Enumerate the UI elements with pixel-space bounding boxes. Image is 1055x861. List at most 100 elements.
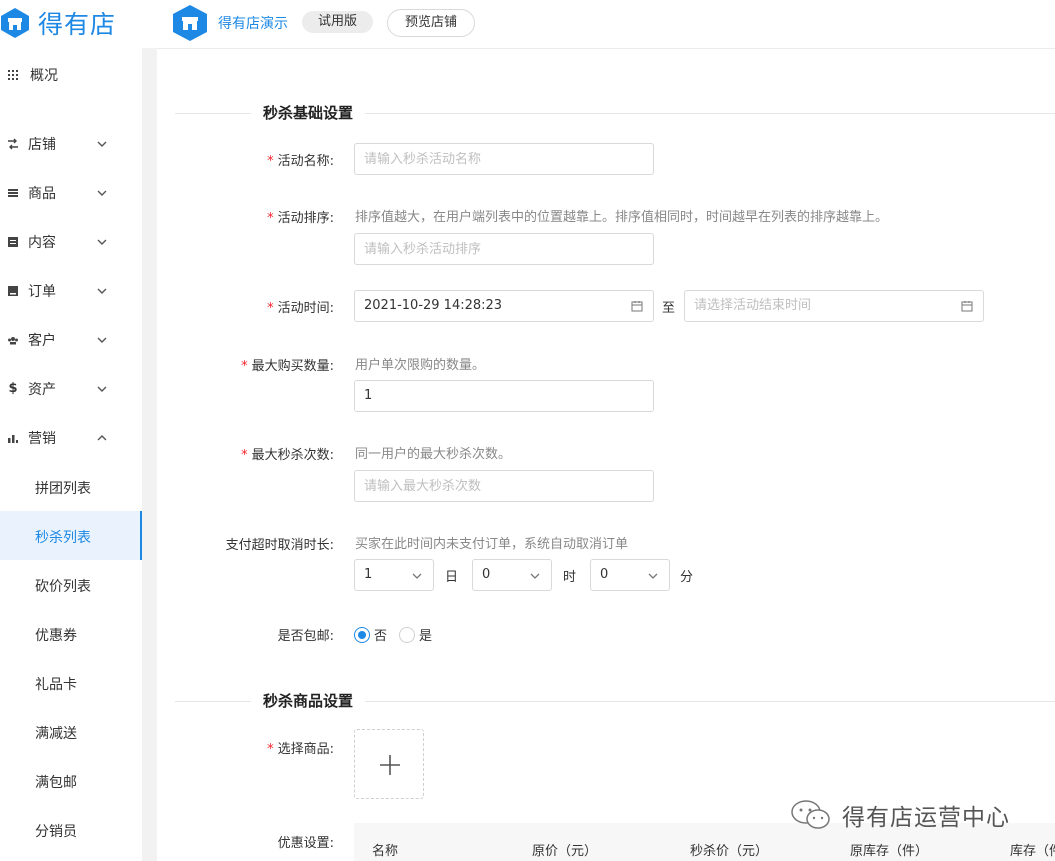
bar-chart-icon [8, 434, 18, 443]
plus-icon [380, 755, 400, 775]
preview-shop-button[interactable]: 预览店铺 [387, 9, 475, 37]
watermark-text: 得有店运营中心 [842, 805, 1010, 831]
sidebar-sub-label: 分销员 [35, 824, 77, 840]
order-icon [8, 285, 18, 296]
table-header-flash-price: 秒杀价（元） [690, 844, 769, 859]
sidebar-sub-label: 满减送 [35, 726, 77, 742]
dollar-icon: $ [8, 381, 18, 396]
sidebar-sub-gift-card[interactable]: 礼品卡 [0, 658, 142, 707]
timeout-minute-select[interactable]: 0 [590, 559, 670, 591]
activity-name-input[interactable] [354, 143, 654, 175]
activity-sort-label: * 活动排序: [267, 211, 334, 226]
sidebar-sub-bargain[interactable]: 砍价列表 [0, 560, 142, 609]
activity-sort-hint: 排序值越大，在用户端列表中的位置越靠上。排序值相同时，时间越早在列表的排序越靠上… [355, 210, 889, 225]
sidebar-sub-label: 秒杀列表 [35, 530, 91, 546]
sidebar-item-label: 资产 [28, 381, 56, 398]
sidebar-item-label: 客户 [28, 332, 56, 349]
sidebar-sub-label: 满包邮 [35, 775, 77, 791]
chevron-down-icon [648, 573, 658, 579]
chevron-down-icon [97, 386, 107, 392]
sidebar-item-overview[interactable]: 概况 [0, 50, 142, 99]
wechat-icon [791, 800, 830, 829]
sidebar-sub-coupon[interactable]: 优惠券 [0, 609, 142, 658]
chevron-up-icon [97, 434, 107, 440]
max-buy-hint: 用户单次限购的数量。 [355, 358, 486, 373]
table-header-original-price: 原价（元） [532, 844, 598, 859]
start-time-value: 2021-10-29 14:28:23 [364, 298, 503, 313]
sidebar: 概况 店铺 商品 内容 订单 客户 $ 资产 营销 拼团列表 秒杀列表 砍价列表… [0, 48, 142, 861]
sidebar-gutter [142, 48, 157, 861]
max-times-label: * 最大秒杀次数: [241, 448, 334, 463]
chevron-down-icon [530, 573, 540, 579]
radio-label: 否 [374, 629, 388, 644]
sidebar-sub-flash-sale[interactable]: 秒杀列表 [0, 511, 142, 560]
top-bar: 得有店 得有店演示 试用版 预览店铺 [0, 0, 1055, 48]
start-time-picker[interactable]: 2021-10-29 14:28:23 [354, 290, 654, 322]
shop-logo-icon [173, 5, 207, 41]
sidebar-item-shop[interactable]: 店铺 [0, 119, 142, 168]
sidebar-item-assets[interactable]: $ 资产 [0, 364, 142, 413]
timeout-hour-select[interactable]: 0 [472, 559, 552, 591]
payment-timeout-hint: 买家在此时间内未支付订单，系统自动取消订单 [355, 537, 629, 552]
max-buy-value: 1 [364, 388, 373, 403]
shop-switcher[interactable]: 得有店演示 [172, 4, 288, 42]
sidebar-item-label: 营销 [28, 430, 56, 447]
table-header-name: 名称 [372, 844, 399, 859]
free-shipping-no-radio[interactable]: 否 [354, 625, 387, 644]
max-buy-input[interactable]: 1 [354, 380, 654, 412]
sidebar-item-goods[interactable]: 商品 [0, 168, 142, 217]
users-icon [8, 336, 18, 344]
chevron-down-icon [97, 141, 107, 147]
sidebar-item-content[interactable]: 内容 [0, 217, 142, 266]
discount-settings-label: 优惠设置: [277, 836, 334, 851]
timeout-day-select[interactable]: 1 [354, 559, 434, 591]
activity-time-label: * 活动时间: [267, 301, 334, 316]
shop-name: 得有店演示 [218, 16, 288, 32]
max-times-hint: 同一用户的最大秒杀次数。 [355, 447, 512, 462]
chevron-down-icon [97, 288, 107, 294]
chevron-down-icon [97, 337, 107, 343]
calendar-icon [631, 301, 643, 312]
timeout-minute-value: 0 [600, 567, 609, 582]
time-range-separator: 至 [662, 301, 676, 316]
sidebar-sub-label: 砍价列表 [35, 579, 91, 595]
activity-sort-input[interactable] [354, 233, 654, 265]
max-buy-label: * 最大购买数量: [241, 359, 334, 374]
sidebar-item-orders[interactable]: 订单 [0, 266, 142, 315]
sidebar-item-label: 商品 [28, 185, 56, 202]
end-time-picker[interactable]: 请选择活动结束时间 [684, 290, 984, 322]
sidebar-sub-label: 拼团列表 [35, 481, 91, 497]
table-header-stock: 库存（件） [1010, 844, 1055, 859]
sidebar-sub-distributor[interactable]: 分销员 [0, 805, 142, 854]
free-shipping-yes-radio[interactable]: 是 [399, 625, 432, 644]
sidebar-item-customers[interactable]: 客户 [0, 315, 142, 364]
max-times-input[interactable] [354, 470, 654, 502]
chevron-down-icon [412, 573, 422, 579]
activity-name-label: * 活动名称: [267, 154, 334, 169]
minute-unit: 分 [680, 570, 694, 585]
sidebar-item-marketing[interactable]: 营销 [0, 413, 142, 462]
document-icon [8, 236, 18, 247]
sidebar-item-label: 订单 [28, 283, 56, 300]
sidebar-sub-group-buy[interactable]: 拼团列表 [0, 462, 142, 511]
goods-settings-title: 秒杀商品设置 [251, 690, 366, 711]
grid-icon [8, 69, 18, 80]
hour-unit: 时 [563, 570, 577, 585]
wechat-watermark: 得有店运营中心 [790, 798, 1010, 832]
sidebar-sub-free-shipping[interactable]: 满包邮 [0, 756, 142, 805]
select-goods-label: * 选择商品: [267, 742, 334, 757]
radio-unchecked-icon [399, 626, 415, 643]
sidebar-sub-full-reduction[interactable]: 满减送 [0, 707, 142, 756]
add-goods-button[interactable] [354, 729, 424, 799]
chevron-down-icon [97, 190, 107, 196]
shop-icon [8, 138, 18, 149]
brand-name: 得有店 [38, 10, 117, 39]
brand[interactable]: 得有店 [0, 6, 116, 40]
day-unit: 日 [445, 570, 459, 585]
sidebar-item-label: 内容 [28, 234, 56, 251]
trial-badge: 试用版 [302, 11, 373, 33]
store-logo-icon [1, 8, 29, 38]
sidebar-sub-label: 礼品卡 [35, 677, 77, 693]
table-header-original-stock: 原库存（件） [850, 844, 929, 859]
basic-settings-title: 秒杀基础设置 [251, 102, 366, 123]
